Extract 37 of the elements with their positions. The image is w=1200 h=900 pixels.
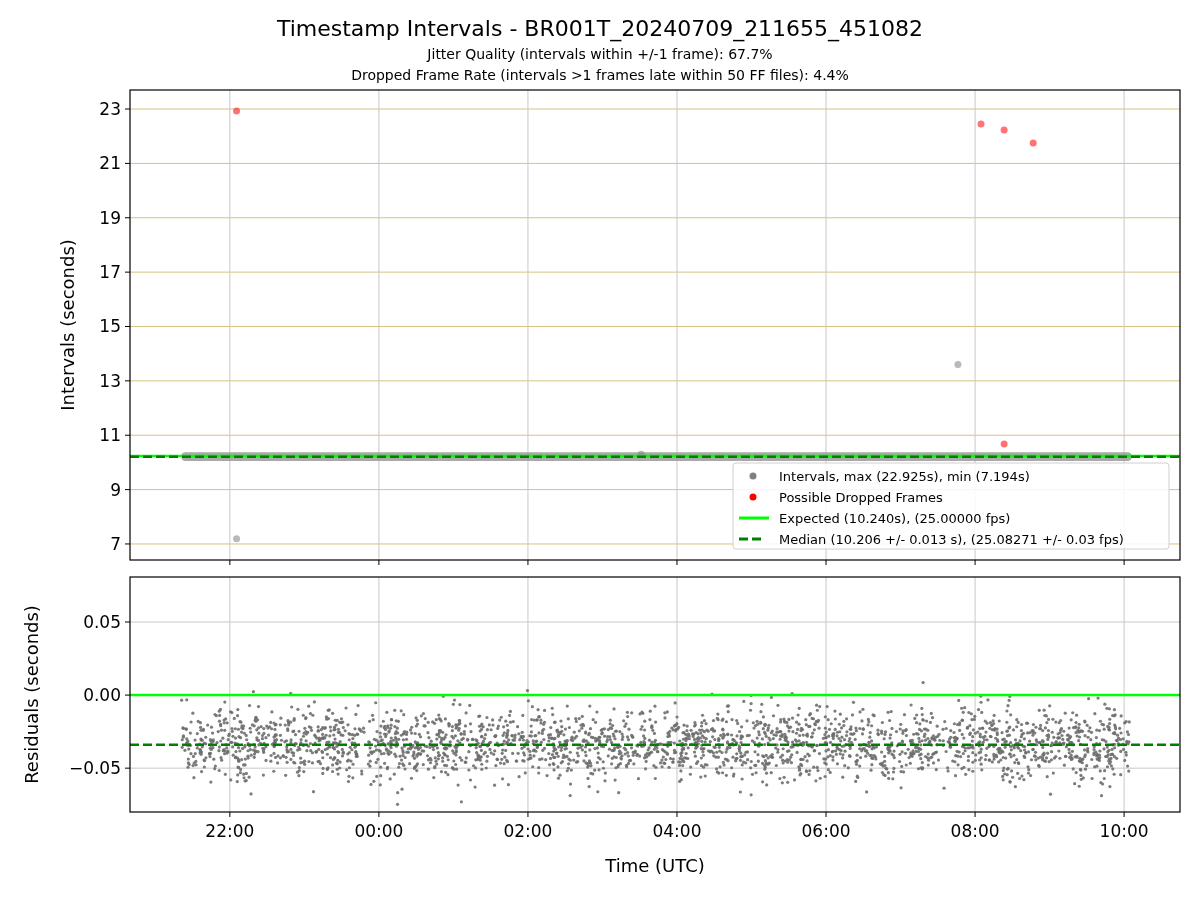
y-tick-label: 21	[99, 153, 121, 174]
x-tick-label: 02:00	[503, 821, 553, 841]
dropped-frame-point	[1000, 126, 1008, 134]
interval-point	[233, 535, 241, 543]
y-tick-label: 0.00	[83, 685, 121, 706]
dropped-frame-point	[977, 120, 985, 128]
chart-title: Timestamp Intervals - BR001T_20240709_211655_451082	[276, 15, 924, 44]
y-axis-label: Residuals (seconds)	[21, 605, 42, 784]
dropped-frame-point	[1000, 440, 1008, 448]
legend-label: Median (10.206 +/- 0.013 s), (25.08271 +/- 0.03 fps)	[779, 532, 1124, 547]
dropped-frame-point	[233, 107, 241, 115]
x-tick-label: 00:00	[354, 821, 404, 841]
y-tick-label: 7	[110, 533, 121, 554]
x-tick-label: 08:00	[950, 821, 1000, 841]
y-tick-label: 13	[99, 370, 121, 391]
y-tick-label: 0.05	[83, 612, 121, 632]
x-tick-label: 06:00	[801, 821, 851, 841]
dropped-frame-point	[1029, 139, 1037, 147]
legend-label: Intervals, max (22.925s), min (7.194s)	[779, 469, 1030, 484]
chart-subtitle: Dropped Frame Rate (intervals >1 frames late within 50 FF files): 4.4%	[351, 66, 849, 85]
y-tick-label: 23	[99, 99, 121, 120]
chart-subtitle: Jitter Quality (intervals within +/-1 frame): 67.7%	[427, 45, 773, 64]
y-tick-label: −0.05	[68, 758, 121, 779]
y-tick-label: 17	[99, 262, 121, 283]
y-tick-label: 11	[99, 425, 121, 446]
y-tick-label: 19	[99, 207, 121, 228]
y-tick-label: 15	[99, 316, 121, 337]
interval-point	[637, 450, 645, 458]
y-tick-label: 9	[110, 479, 121, 500]
y-axis-label: Intervals (seconds)	[57, 239, 78, 411]
x-tick-label: 22:00	[205, 821, 255, 841]
x-tick-label: 04:00	[652, 821, 702, 841]
legend-label: Expected (10.240s), (25.00000 fps)	[779, 511, 1011, 526]
x-tick-label: 10:00	[1099, 821, 1149, 841]
legend-label: Possible Dropped Frames	[779, 490, 943, 505]
x-axis-label: Time (UTC)	[605, 855, 705, 876]
interval-point	[954, 361, 962, 369]
